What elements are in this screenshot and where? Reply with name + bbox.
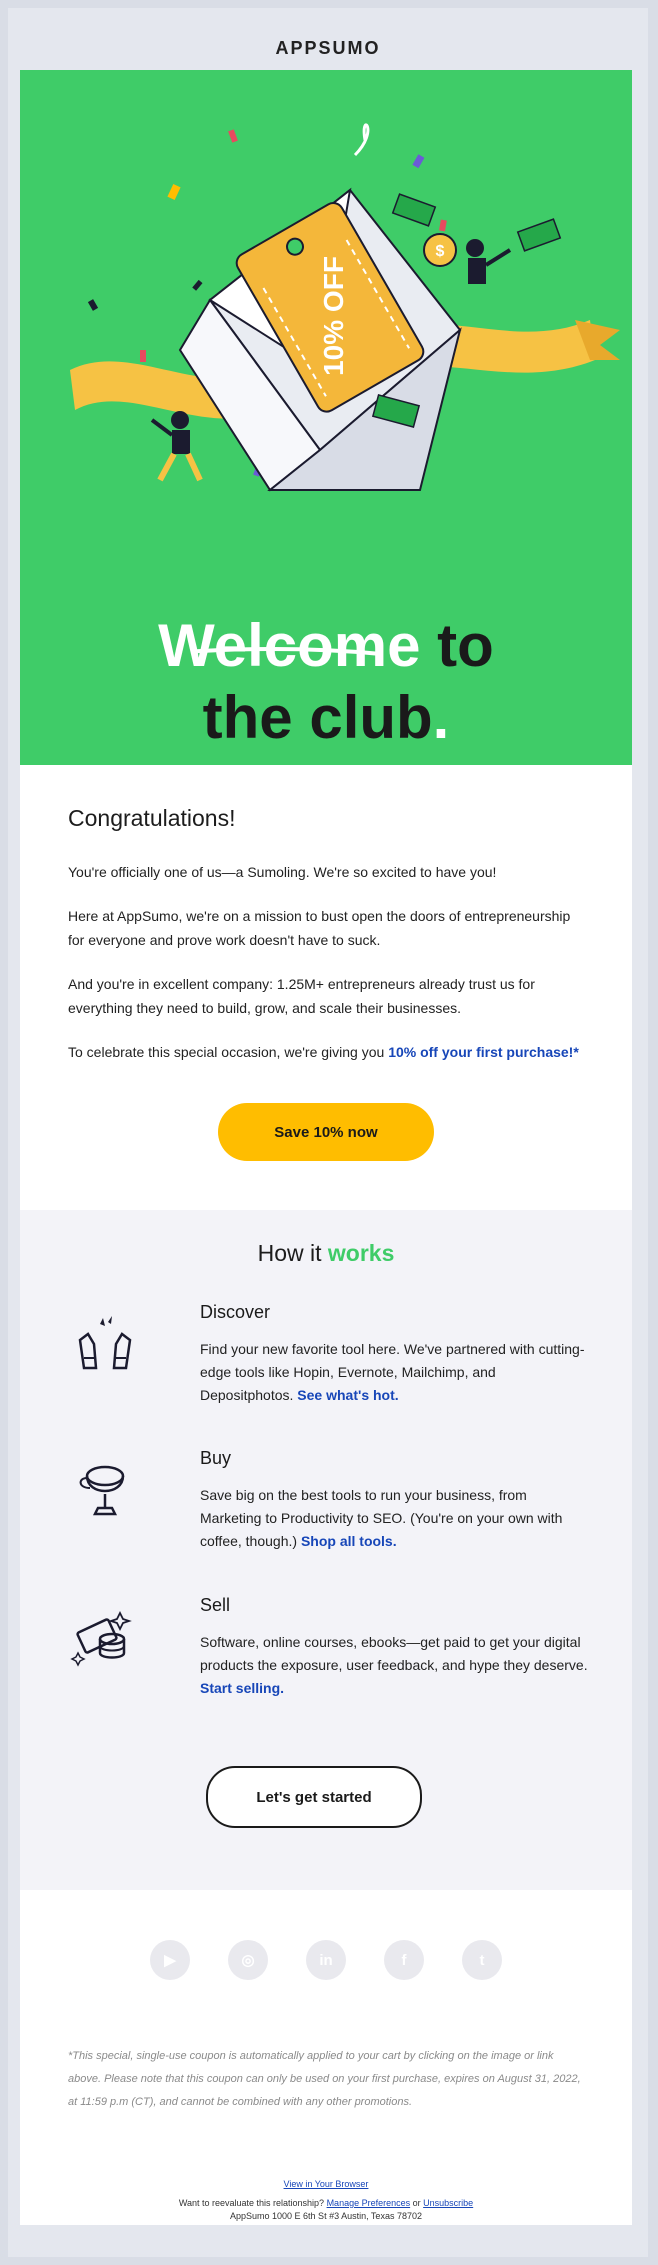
intro-paragraph-1: You're officially one of us—a Sumoling. … [68, 864, 497, 880]
money-coins-icon [70, 1610, 132, 1667]
email-footer: View in Your Browser Want to reevaluate … [20, 2178, 632, 2223]
feature-sell-body: Software, online courses, ebooks—get pai… [200, 1634, 588, 1673]
youtube-icon[interactable]: ▶ [150, 1940, 190, 1980]
svg-text:$: $ [436, 243, 445, 260]
social-links: ▶ ◎ in f t [20, 1940, 632, 1984]
feature-discover-text: Find your new favorite tool here. We've … [200, 1338, 590, 1407]
email-card: 10% OFF $ Welcome to the club. Congratul… [20, 70, 632, 2225]
svg-text:10% OFF: 10% OFF [318, 256, 349, 376]
footer-address: AppSumo 1000 E 6th St #3 Austin, Texas 7… [230, 2211, 422, 2221]
shop-all-tools-link[interactable]: Shop all tools. [301, 1533, 397, 1549]
hero-banner[interactable]: 10% OFF $ Welcome to the club. [20, 70, 632, 765]
intro-paragraph-4: To celebrate this special occasion, we'r… [68, 1040, 588, 1064]
lets-get-started-button[interactable]: Let's get started [206, 1766, 422, 1828]
feature-discover-title: Discover [200, 1302, 271, 1322]
feature-buy-text: Save big on the best tools to run your b… [200, 1484, 590, 1553]
footer-reevaluate-text: Want to reevaluate this relationship? [178, 2198, 327, 2208]
view-in-browser-link[interactable]: View in Your Browser [284, 2179, 369, 2189]
intro-paragraph-2: Here at AppSumo, we're on a mission to b… [68, 908, 571, 948]
linkedin-icon[interactable]: in [306, 1940, 346, 1980]
hands-sparkle-icon [78, 1316, 132, 1370]
feature-sell-title: Sell [200, 1595, 231, 1615]
person-left [150, 411, 203, 482]
facebook-icon[interactable]: f [384, 1940, 424, 1980]
discount-link[interactable]: 10% off your first purchase!* [388, 1044, 579, 1060]
feature-sell-text: Software, online courses, ebooks—get pai… [200, 1631, 590, 1700]
intro-paragraph-4-text: To celebrate this special occasion, we'r… [68, 1044, 389, 1060]
email-frame: APPSUMO 10% OFF $ Welcome to the club. C… [8, 8, 648, 2257]
twitter-icon[interactable]: t [462, 1940, 502, 1980]
see-whats-hot-link[interactable]: See what's hot. [297, 1387, 398, 1403]
headline-the-club: the club [202, 684, 433, 751]
coupon-disclaimer: *This special, single-use coupon is auto… [68, 2050, 581, 2108]
start-selling-link[interactable]: Start selling. [200, 1680, 284, 1696]
how-it-works-title-part1: How it [257, 1240, 328, 1266]
appsumo-logo[interactable]: APPSUMO [275, 38, 380, 59]
headline-dot: . [432, 684, 450, 751]
feature-buy-title: Buy [200, 1448, 232, 1468]
instagram-icon[interactable]: ◎ [228, 1940, 268, 1980]
how-it-works-title-part2: works [327, 1240, 395, 1266]
intro-section: Congratulations! You're officially one o… [68, 805, 588, 1084]
headline-underline [196, 647, 383, 656]
how-it-works-title: How it works [20, 1240, 632, 1267]
person-right [466, 239, 512, 284]
save-10-button[interactable]: Save 10% now [218, 1103, 434, 1161]
intro-paragraph-3: And you're in excellent company: 1.25M+ … [68, 976, 535, 1016]
manage-preferences-link[interactable]: Manage Preferences [327, 2198, 411, 2208]
unsubscribe-link[interactable]: Unsubscribe [423, 2198, 473, 2208]
trophy-icon [79, 1465, 125, 1516]
intro-title: Congratulations! [68, 805, 236, 831]
hero-headline: Welcome to the club. [20, 610, 632, 754]
footer-or-text: or [410, 2198, 424, 2208]
how-it-works-section: How it works Discover Find your new favo… [20, 1210, 632, 1890]
